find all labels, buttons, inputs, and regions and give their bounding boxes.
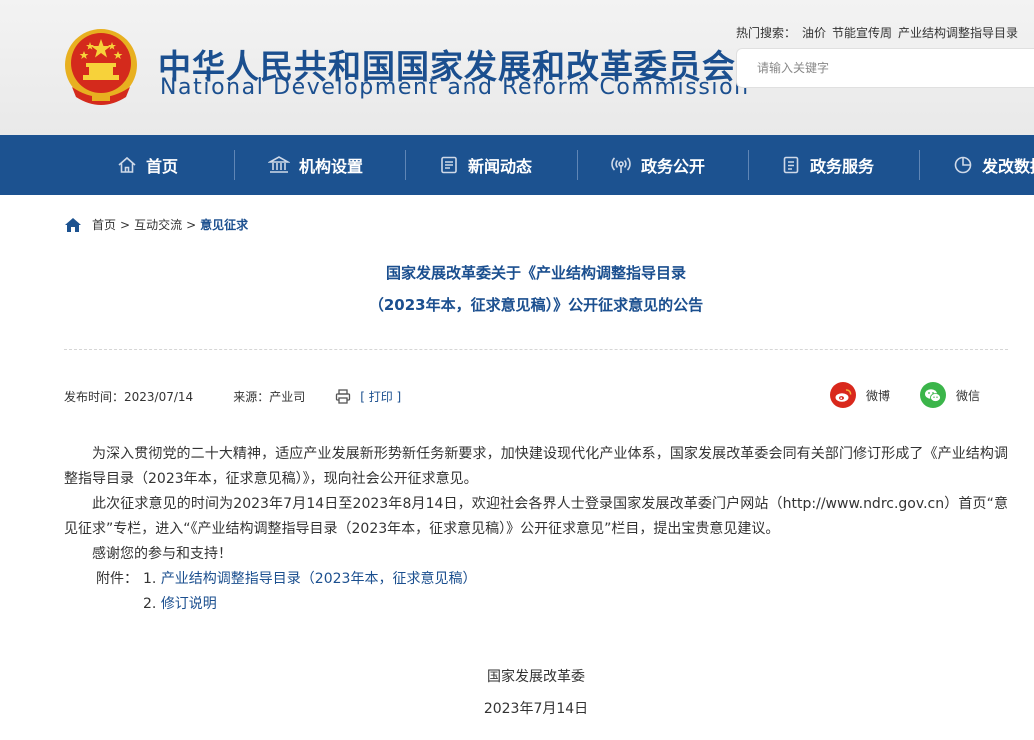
article-meta: 发布时间： 2023/07/14 来源： 产业司 [ 打印 ] [64,388,401,405]
wechat-icon [920,382,946,408]
attachment-list: 1. 产业结构调整指导目录（2023年本，征求意见稿） 2. 修订说明 [143,567,476,617]
nav-item-gov-services[interactable]: 政务服务 [781,135,874,195]
printer-icon [336,389,351,404]
print-button[interactable]: [ 打印 ] [335,388,401,405]
nav-item-home[interactable]: 首页 [117,135,178,195]
nav-item-label: 首页 [146,157,179,176]
nav-item-label: 机构设置 [299,157,364,176]
article-paragraph: 此次征求意见的时间为2023年7月14日至2023年8月14日，欢迎社会各界人士… [64,496,1008,537]
title-divider [64,349,1008,350]
nav-item-label: 新闻动态 [468,157,533,176]
search-box [736,48,1034,88]
share-wechat-label: 微信 [956,388,981,403]
national-emblem-icon[interactable] [62,27,140,107]
nav-separator [577,150,578,180]
attachment-item: 2. 修订说明 [143,592,476,617]
publish-date: 2023/07/14 [124,389,194,404]
hot-search-item[interactable]: 产业结构调整指导目录 [898,26,1018,40]
site-header: 中华人民共和国国家发展和改革委员会 National Development a… [0,0,1034,135]
nav-separator [405,150,406,180]
nav-item-label: 政务公开 [641,157,706,176]
document-icon [783,156,799,174]
nav-item-data[interactable]: 发改数据 [953,135,1034,195]
hot-search-item[interactable]: 节能宣传周 [832,26,892,40]
share-weibo-button[interactable]: 微博 [830,382,890,408]
signature-org: 国家发展改革委 [487,669,585,685]
hot-search-item[interactable]: 油价 [802,26,826,40]
home-icon [118,156,136,173]
nav-separator [748,150,749,180]
nav-item-gov-affairs[interactable]: 政务公开 [610,135,705,195]
weibo-icon [830,382,856,408]
attachment-label: 附件： [96,571,138,587]
publish-label: 发布时间： [64,390,125,404]
attachment-item: 1. 产业结构调整指导目录（2023年本，征求意见稿） [143,567,476,592]
search-input[interactable] [737,49,1034,87]
attachments: 附件： 1. 产业结构调整指导目录（2023年本，征求意见稿） 2. 修订说明 [64,567,1008,617]
attachment-link[interactable]: 产业结构调整指导目录（2023年本，征求意见稿） [161,571,477,587]
nav-item-label: 发改数据 [982,157,1034,176]
nav-item-institution[interactable]: 机构设置 [268,135,363,195]
nav-separator [234,150,235,180]
print-label: [ 打印 ] [360,390,402,404]
signature-date: 2023年7月14日 [483,701,589,717]
article-paragraph: 感谢您的参与和支持！ [92,546,232,562]
article-paragraph: 为深入贯彻党的二十大精神，适应产业发展新形势新任务新要求，加快建设现代化产业体系… [64,446,1008,487]
attachment-link[interactable]: 修订说明 [161,596,217,612]
source-value: 产业司 [269,390,306,404]
attachment-number: 2. [143,596,157,612]
breadcrumb: 首页 > 互动交流 > 意见征求 [64,216,248,233]
breadcrumb-separator: > [120,217,131,232]
nav-item-news[interactable]: 新闻动态 [439,135,532,195]
source-label: 来源： [233,390,270,404]
breadcrumb-link-home[interactable]: 首页 [92,216,116,233]
pie-chart-icon [954,156,972,174]
breadcrumb-current[interactable]: 意见征求 [200,216,248,233]
hot-search-label: 热门搜索： [736,26,797,40]
main-nav: 首页 机构设置 新闻动态 政务公开 政务服务 发改数据 [0,135,1034,195]
breadcrumb-separator: > [186,217,197,232]
article-title-line2: （2023年本，征求意见稿）》公开征求意见的公告 [368,296,704,314]
attachment-number: 1. [143,571,157,587]
home-icon[interactable] [64,217,82,233]
breadcrumb-link-interaction[interactable]: 互动交流 [134,216,182,233]
nav-item-label: 政务服务 [810,157,875,176]
hot-search: 热门搜索： 油价 节能宣传周 产业结构调整指导目录 [736,24,1018,41]
share-weibo-label: 微博 [866,388,891,403]
broadcast-icon [611,157,631,173]
share-wechat-button[interactable]: 微信 [920,382,980,408]
site-title-en[interactable]: National Development and Reform Commissi… [160,75,750,100]
article-title-line1: 国家发展改革委关于《产业结构调整指导目录 [385,264,686,282]
institution-icon [268,156,290,173]
article-body: 为深入贯彻党的二十大精神，适应产业发展新形势新任务新要求，加快建设现代化产业体系… [64,442,1008,617]
news-icon [441,156,457,174]
nav-separator [919,150,920,180]
